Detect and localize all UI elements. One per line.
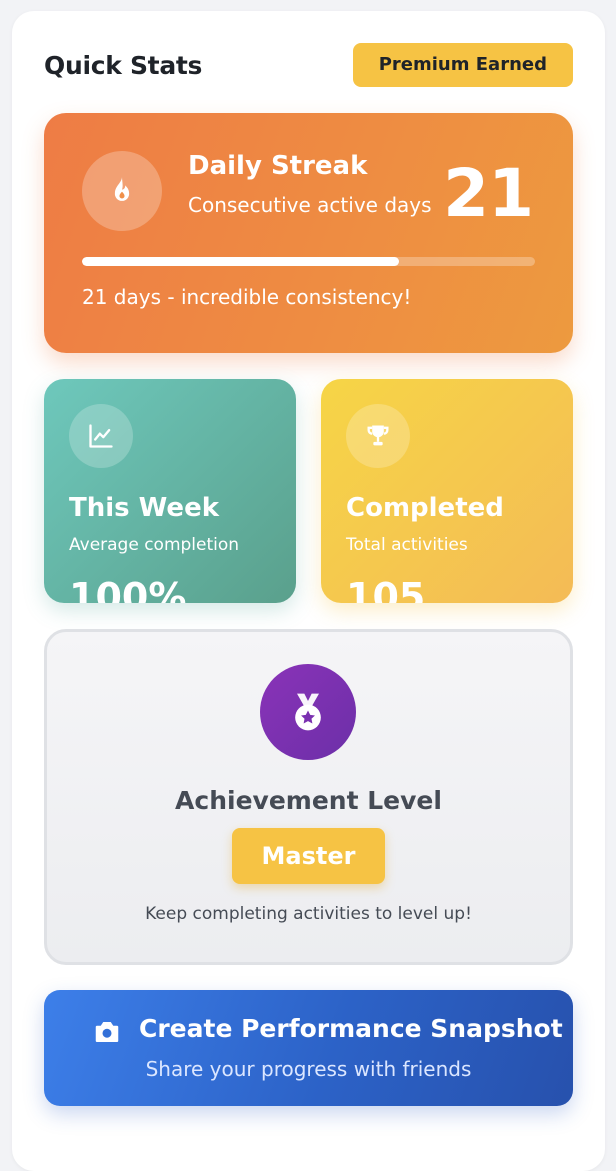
streak-progress-bar xyxy=(82,257,535,266)
this-week-title: This Week xyxy=(69,493,219,523)
snapshot-title: Create Performance Snapshot xyxy=(139,1014,563,1043)
snapshot-subtitle: Share your progress with friends xyxy=(145,1057,472,1081)
streak-title: Daily Streak xyxy=(188,151,368,181)
streak-subtitle: Consecutive active days xyxy=(188,193,432,217)
this-week-value: 100% xyxy=(69,575,187,603)
medal-icon xyxy=(260,664,356,760)
chart-line-icon xyxy=(69,404,133,468)
achievement-level-card: Achievement Level Master Keep completing… xyxy=(44,629,573,965)
streak-progress-fill xyxy=(82,257,400,266)
achievement-level-badge: Master xyxy=(232,828,385,884)
achievement-title: Achievement Level xyxy=(175,786,442,815)
premium-earned-badge: Premium Earned xyxy=(352,43,573,87)
quick-stats-panel: Quick Stats Premium Earned Daily Streak … xyxy=(12,11,605,1171)
trophy-icon xyxy=(346,404,410,468)
this-week-card: This Week Average completion 100% xyxy=(44,379,296,603)
completed-card: Completed Total activities 105 xyxy=(321,379,573,603)
flame-icon xyxy=(82,151,162,231)
completed-value: 105 xyxy=(346,575,426,603)
header: Quick Stats Premium Earned xyxy=(44,43,573,87)
streak-note: 21 days - incredible consistency! xyxy=(82,285,412,309)
achievement-note: Keep completing activities to level up! xyxy=(145,904,472,924)
daily-streak-card: Daily Streak Consecutive active days 21 … xyxy=(44,113,573,353)
completed-title: Completed xyxy=(346,493,504,523)
completed-subtitle: Total activities xyxy=(346,535,468,555)
page-title: Quick Stats xyxy=(44,51,203,80)
streak-count: 21 xyxy=(443,155,534,232)
camera-icon xyxy=(92,1017,122,1051)
create-snapshot-button[interactable]: Create Performance Snapshot Share your p… xyxy=(44,990,573,1106)
this-week-subtitle: Average completion xyxy=(69,535,240,555)
